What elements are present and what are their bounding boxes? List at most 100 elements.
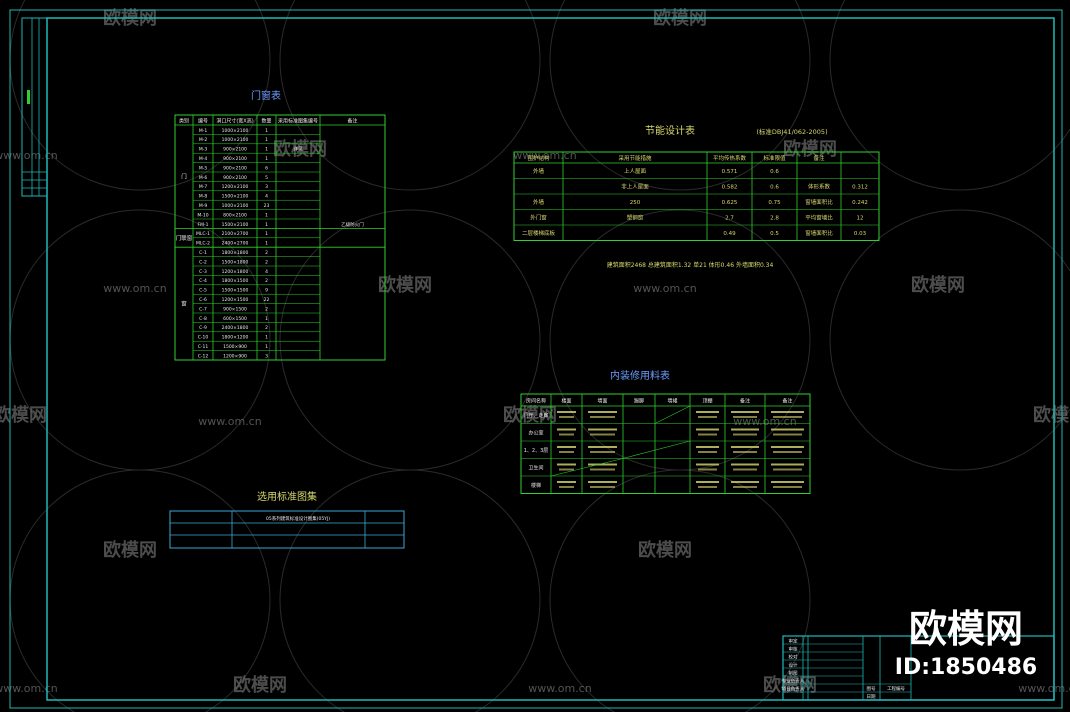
finishing-table-header: 房间名称 xyxy=(526,398,546,405)
watermark-brand: 欧模网 xyxy=(233,674,287,696)
finishing-table-cell-mark xyxy=(731,446,759,448)
door-table-size: 1000×2100 xyxy=(222,203,249,209)
finishing-table-header: 踢脚 xyxy=(634,398,644,405)
title-block-label: 图号 xyxy=(867,686,876,692)
finishing-table-cell-mark xyxy=(557,411,576,413)
door-table-qty: 22 xyxy=(264,297,270,303)
door-table-code: C-9 xyxy=(199,325,207,331)
door-table-code: M-8 xyxy=(199,194,208,200)
finishing-table-cell-mark xyxy=(773,451,802,453)
door-table-atlas: 详见 xyxy=(294,146,303,153)
door-table-code: FM-1 xyxy=(198,222,209,228)
title-block-label: 工程编号 xyxy=(887,685,905,692)
watermark-brand: 欧模网 xyxy=(638,539,692,561)
finishing-table-cell-mark xyxy=(588,446,617,448)
door-table-qty: 4 xyxy=(265,194,268,200)
energy-table-cell: 窗墙面积比 xyxy=(805,229,833,237)
energy-table-cell: 0.582 xyxy=(722,185,738,191)
door-table-code: M-10 xyxy=(197,212,208,218)
door-table-size: 900×2100 xyxy=(223,147,247,153)
finishing-table-cell-mark xyxy=(559,468,574,471)
door-table-header: 洞口尺寸(宽X高) xyxy=(216,118,253,125)
door-table-qty: 1 xyxy=(265,156,268,162)
title-block-label: 设计 xyxy=(789,662,798,669)
door-window-table-title: 门窗表 xyxy=(251,89,281,102)
door-table-size: 1500×2100 xyxy=(222,222,249,228)
door-table-header: 类别 xyxy=(179,118,189,125)
door-table-code: M-1 xyxy=(199,128,208,134)
energy-table-cell: 外门窗 xyxy=(530,214,547,222)
finishing-table-room: 门厅、走廊 xyxy=(523,412,548,419)
door-table-size: 2400×1800 xyxy=(222,325,249,331)
watermark-brand: 欧模网 xyxy=(783,138,837,160)
energy-table-cell: 12 xyxy=(857,216,864,222)
energy-table-cell: 0.49 xyxy=(723,231,736,237)
finishing-table-cell-mark xyxy=(557,428,576,431)
door-table-qty: 2 xyxy=(265,250,268,256)
finishing-table-cell-mark xyxy=(588,428,617,431)
door-table-qty: 1 xyxy=(265,231,268,237)
finishing-table-cell-mark xyxy=(733,433,757,436)
finishing-table-title: 内装修用料表 xyxy=(610,369,670,382)
energy-table-cell: 体形系数 xyxy=(808,183,831,191)
energy-table-cell: 非上人屋面 xyxy=(621,183,649,191)
door-table-qty: 9 xyxy=(265,288,268,294)
energy-table-cell: 0.6 xyxy=(770,169,779,175)
finishing-table-cell-mark xyxy=(588,411,617,413)
energy-table-header: 平均传热系数 xyxy=(713,154,747,162)
finishing-table-cell-mark xyxy=(773,416,802,418)
door-table-size: 1200×900 xyxy=(223,353,247,359)
watermark-url: www.om.cn xyxy=(528,682,591,695)
door-table-code: C-4 xyxy=(199,278,207,284)
finishing-table-cell-mark xyxy=(696,481,719,483)
door-table-qty: 5 xyxy=(265,175,268,181)
finishing-table-cell-mark xyxy=(773,468,802,471)
door-table-qty: 1 xyxy=(265,222,268,228)
energy-table-cell: 2.8 xyxy=(770,216,779,222)
finishing-table-cell-mark xyxy=(773,486,802,488)
watermark-url: www.om.cn xyxy=(633,282,696,295)
energy-table-cell: 0.03 xyxy=(854,231,867,237)
finishing-table-cell-mark xyxy=(698,433,717,436)
finishing-table-cell-mark xyxy=(696,446,719,448)
door-table-size: 600×1500 xyxy=(223,316,247,322)
energy-table-standard: (标准DBJ41/062-2005) xyxy=(756,127,827,136)
door-table-qty: 2 xyxy=(265,278,268,284)
door-table-qty: 1 xyxy=(265,147,268,153)
door-table-code: M-4 xyxy=(199,156,208,162)
door-table-qty: 6 xyxy=(265,165,268,171)
energy-table-cell: 塑钢窗 xyxy=(627,214,644,222)
finishing-table-room: 楼梯 xyxy=(531,482,541,489)
finishing-table-cell-mark xyxy=(731,428,759,431)
finishing-table-cell-mark xyxy=(698,416,717,418)
finishing-table-cell-mark xyxy=(588,481,617,483)
energy-table-cell: 二层楼梯底板 xyxy=(522,229,556,237)
energy-table-cell: 窗墙面积比 xyxy=(805,198,833,206)
finishing-table-cell-mark xyxy=(590,433,615,436)
door-table-code: MLC-2 xyxy=(196,241,210,247)
door-table-qty: 3 xyxy=(265,184,268,190)
door-table-size: 1200×1800 xyxy=(222,269,249,275)
door-table-size: 1500×900 xyxy=(223,344,247,350)
door-table-qty: 1 xyxy=(265,241,268,247)
finishing-table-header: 备注 xyxy=(740,398,750,405)
door-table-size: 2100×2700 xyxy=(222,231,249,237)
watermark-brand-large: 欧模网 xyxy=(909,607,1023,651)
energy-table-cell: 0.75 xyxy=(768,200,781,206)
finishing-table-header: 墙面 xyxy=(597,398,607,405)
door-table-header: 编号 xyxy=(198,118,208,125)
finishing-table-cell-mark xyxy=(771,428,804,431)
door-table-code: M-3 xyxy=(199,147,208,153)
canvas-background xyxy=(0,0,1070,712)
finishing-table-cell-mark xyxy=(731,463,759,466)
door-table-header: 采用标准图集编号 xyxy=(278,118,318,125)
title-block-label: 校对 xyxy=(789,654,798,661)
door-table-code: MLC-1 xyxy=(196,231,210,237)
watermark-brand: 欧模网 xyxy=(911,274,965,296)
finishing-table-cell-mark xyxy=(559,416,574,418)
watermark-brand: 欧模网 xyxy=(378,274,432,296)
finishing-table-cell-mark xyxy=(733,468,757,471)
finishing-table-header: 楼面 xyxy=(561,398,571,405)
finishing-table-cell-mark xyxy=(590,486,615,488)
standard-atlas-title: 选用标准图集 xyxy=(257,490,317,503)
